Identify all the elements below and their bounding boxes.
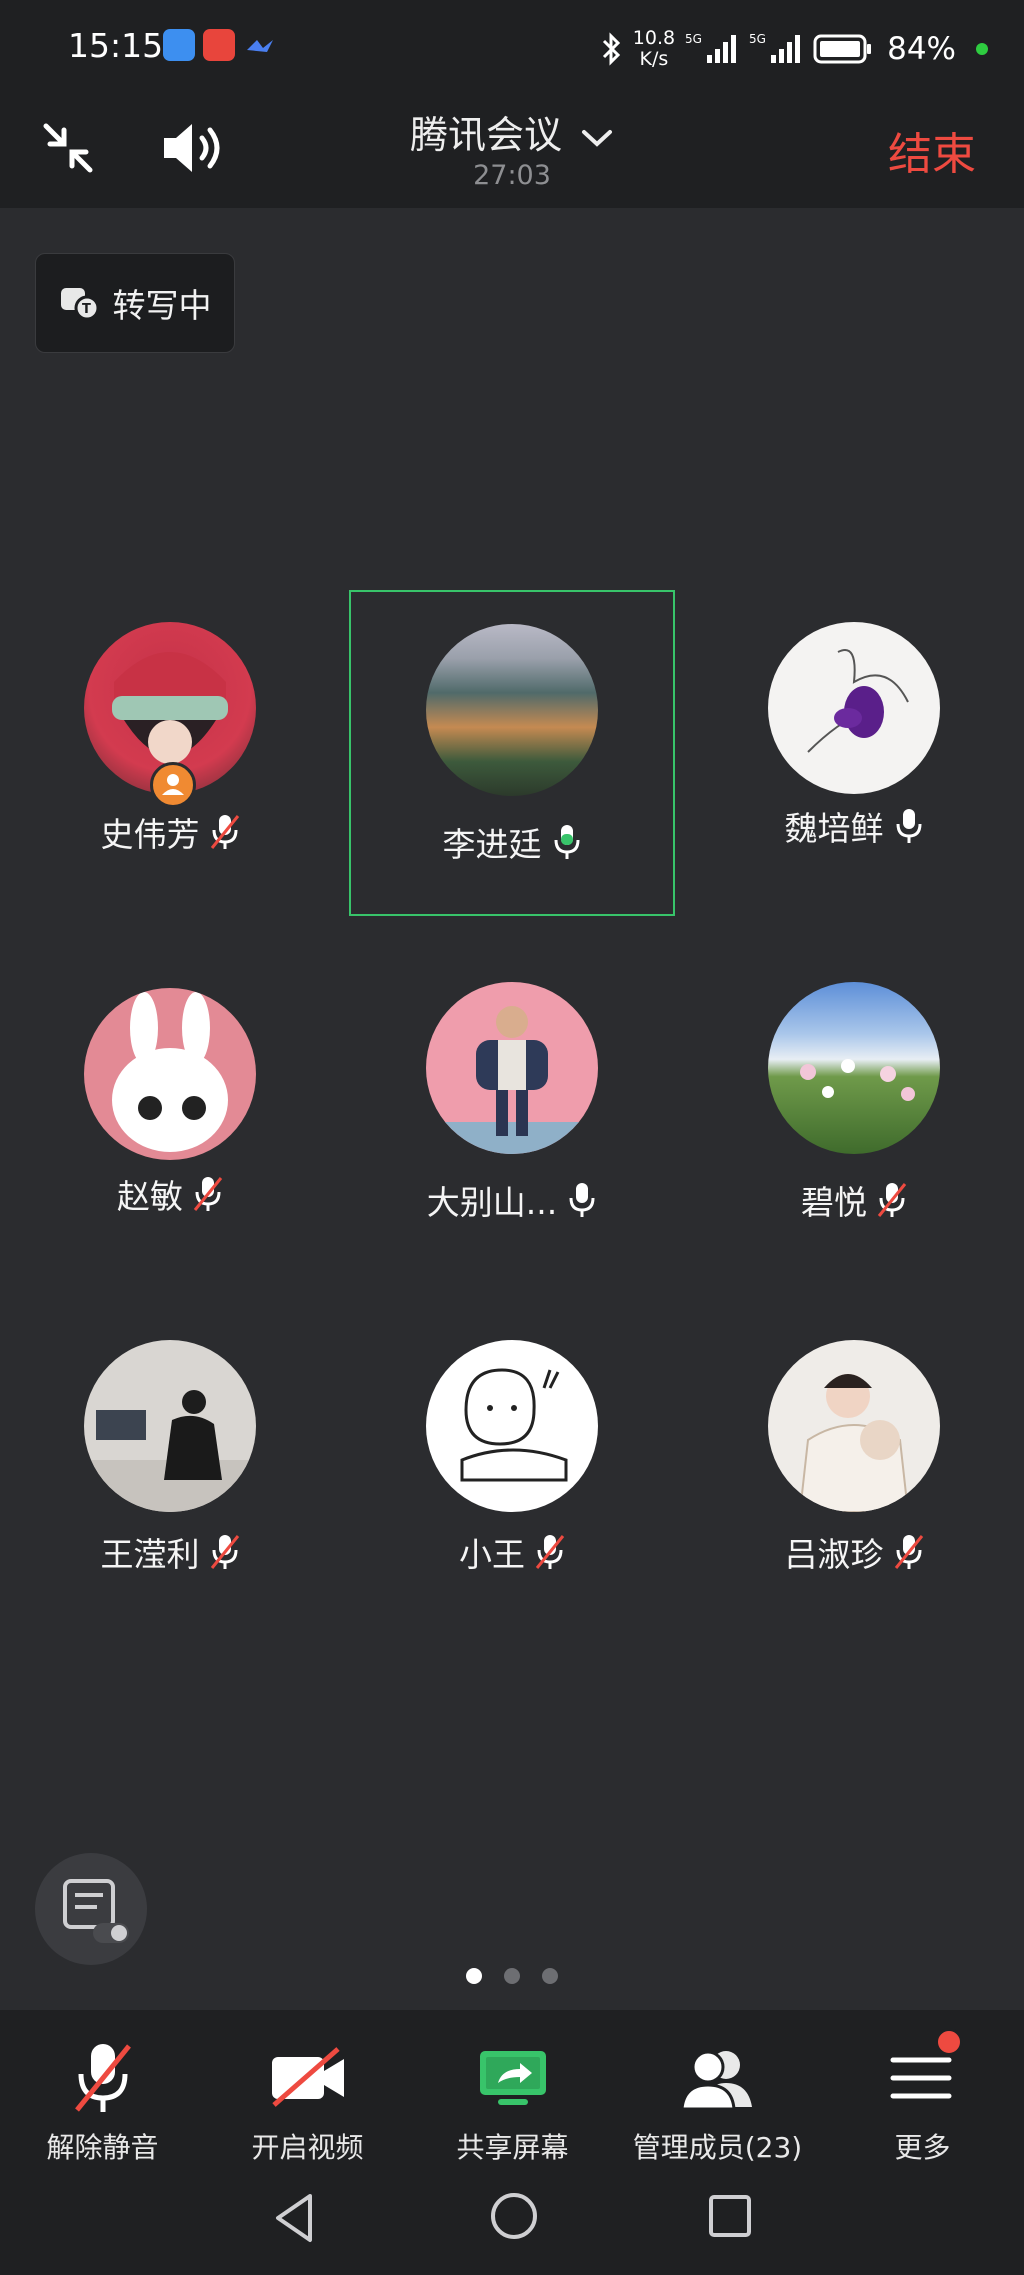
notification-badge [935, 2028, 963, 2056]
back-icon[interactable] [270, 2190, 320, 2246]
chat-toggle-icon [63, 1879, 129, 1943]
svg-text:T: T [82, 302, 91, 317]
recents-icon[interactable] [706, 2192, 754, 2240]
participant-name: 魏培鲜 [784, 809, 884, 848]
status-time: 15:15 [68, 26, 164, 65]
svg-text:5G: 5G [685, 32, 702, 46]
app-notification-icon [163, 29, 195, 61]
participant-tile[interactable]: 魏培鲜 [699, 592, 1009, 902]
mic-muted-icon [193, 1177, 223, 1211]
participant-tile[interactable]: 赵敏 [15, 952, 325, 1262]
avatar-illustration [460, 1368, 568, 1482]
avatar [84, 988, 256, 1160]
participant-tile[interactable]: 吕淑珍 [699, 1312, 1009, 1622]
participant-tile-active-speaker[interactable]: 李进廷 [349, 590, 675, 916]
participant-name: 赵敏 [117, 1177, 183, 1216]
participant-name: 吕淑珍 [784, 1535, 884, 1574]
page-indicator [0, 1968, 1024, 1984]
host-badge-icon [150, 762, 196, 808]
video-off-icon [271, 2047, 344, 2107]
participant-tile[interactable]: 王滢利 [15, 1312, 325, 1622]
avatar [84, 1340, 256, 1512]
home-icon[interactable] [488, 2190, 540, 2242]
participant-tile[interactable]: 大别山... [357, 952, 667, 1262]
participant-tile[interactable]: 史伟芳 [15, 592, 325, 902]
mic-muted-icon [210, 815, 239, 849]
privacy-indicator-dot [976, 43, 988, 55]
status-bar: 15:15 10.8 K/s 5G 5G 84% [0, 0, 1024, 96]
participant-name: 史伟芳 [100, 815, 200, 854]
signal-5g-icon: 5G [685, 32, 737, 63]
transcribe-status-button[interactable]: T 转写中 [35, 253, 235, 353]
mic-muted-icon [535, 1535, 565, 1569]
unmute-button[interactable]: 解除静音 [0, 2038, 205, 2166]
network-speed: 10.8 K/s [632, 27, 676, 70]
system-nav-bar [0, 2170, 1024, 2270]
avatar [768, 982, 940, 1154]
top-bar: 15:15 10.8 K/s 5G 5G 84% 腾讯会议 27:03 结束 [0, 0, 1024, 208]
avatar-illustration [426, 1006, 598, 1154]
avatar-illustration [800, 1059, 915, 1101]
avatar [768, 1340, 940, 1512]
bluetooth-icon [602, 32, 620, 66]
avatar [426, 624, 598, 796]
members-icon [679, 2050, 752, 2111]
avatar-illustration [112, 992, 228, 1152]
participant-name: 小王 [459, 1535, 525, 1574]
manage-members-button[interactable]: 管理成员(23) [615, 2038, 820, 2166]
mic-speaking-icon [554, 825, 579, 859]
mic-icon [896, 809, 921, 843]
participant-name: 李进廷 [442, 825, 542, 864]
more-button[interactable]: 更多 [820, 2038, 1024, 2166]
avatar-illustration [798, 1374, 910, 1512]
battery-icon [813, 34, 872, 64]
avatar [768, 622, 940, 794]
page-dot[interactable] [504, 1968, 520, 1984]
avatar [426, 1340, 598, 1512]
share-screen-icon [479, 2051, 546, 2105]
avatar [426, 982, 598, 1154]
transcribe-label: 转写中 [112, 286, 212, 325]
page-dot-active[interactable] [466, 1968, 482, 1984]
meeting-title[interactable]: 腾讯会议 [0, 104, 1024, 159]
chevron-down-icon [582, 129, 613, 147]
participant-name: 大别山... [426, 1183, 558, 1222]
participant-name: 碧悦 [801, 1183, 867, 1222]
status-indicators: 10.8 K/s 5G 5G 84% [601, 24, 988, 74]
chat-float-button[interactable] [35, 1853, 147, 1965]
feishu-notification-icon [247, 40, 273, 52]
meeting-duration: 27:03 [473, 160, 551, 191]
avatar-illustration [84, 1390, 256, 1512]
svg-text:5G: 5G [749, 32, 766, 46]
mic-icon [569, 1183, 595, 1217]
menu-icon [890, 2057, 951, 2099]
mic-muted-icon [877, 1183, 907, 1217]
transcribe-icon: T [60, 288, 99, 321]
mic-muted-icon [894, 1535, 923, 1569]
page-dot[interactable] [542, 1968, 558, 1984]
battery-percent: 84% [887, 31, 956, 67]
participant-tile[interactable]: 小王 [357, 1312, 667, 1622]
mic-muted-icon [210, 1535, 239, 1569]
participant-name: 王滢利 [100, 1535, 200, 1574]
share-screen-button[interactable]: 共享屏幕 [410, 2038, 615, 2166]
app-notification-icon [203, 29, 235, 61]
participant-tile[interactable]: 碧悦 [699, 952, 1009, 1262]
mic-muted-icon [74, 2044, 131, 2112]
start-video-button[interactable]: 开启视频 [205, 2038, 410, 2166]
end-meeting-button[interactable]: 结束 [888, 118, 976, 182]
meeting-toolbar: 解除静音 开启视频 共享屏幕 管理成员(23) 更多 [0, 2010, 1024, 2275]
avatar-illustration [807, 649, 909, 753]
signal-5g-icon: 5G [749, 32, 801, 63]
